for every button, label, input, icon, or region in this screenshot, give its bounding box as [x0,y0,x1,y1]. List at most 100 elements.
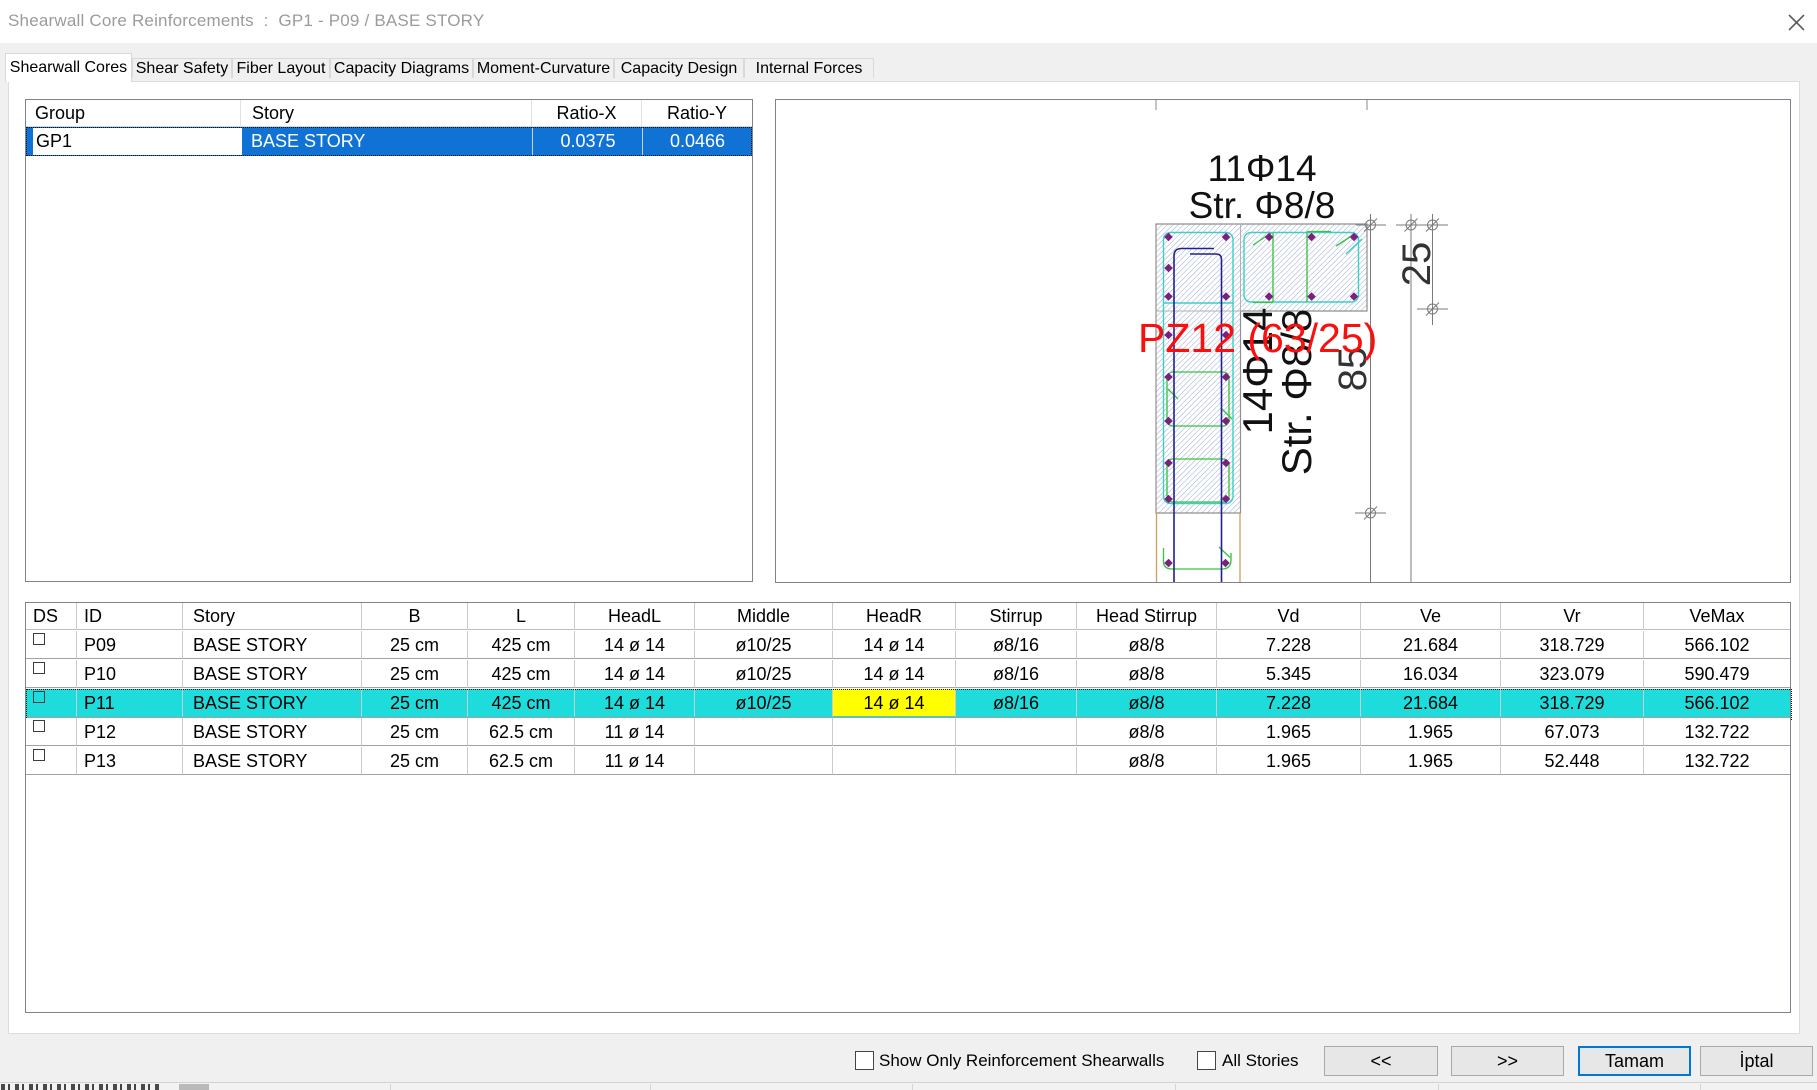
table-row-p12[interactable]: P12BASE STORY25 cm62.5 cm11 ø 14 ø8/81.96… [26,718,1790,747]
tab-shearwall-cores[interactable]: Shearwall Cores [5,53,132,82]
cell-p12-l: 62.5 cm [468,718,575,746]
show-only-reinforcement-label: Show Only Reinforcement Shearwalls [879,1050,1164,1072]
column-header-ratio-x[interactable]: Ratio-X [532,100,642,126]
close-icon[interactable] [1781,8,1811,38]
column-divider [642,128,643,155]
column-header-vd[interactable]: Vd [1217,603,1361,630]
column-header-id[interactable]: ID [77,603,183,630]
tab-capacity-design[interactable]: Capacity Design [614,58,744,78]
cell-p10-head_stirrup: ø8/8 [1077,660,1217,688]
row-checkbox-p10[interactable] [33,662,45,674]
column-header-b[interactable]: B [362,603,468,630]
show-only-reinforcement-checkbox[interactable] [855,1051,874,1070]
cell-p11-b: 25 cm [362,689,468,717]
column-header-headl[interactable]: HeadL [575,603,695,630]
cell-p10-stirrup: ø8/16 [956,660,1077,688]
label-flange-stirrup: Str. Φ8/8 [1189,185,1336,226]
tab-internal-forces[interactable]: Internal Forces [744,58,874,78]
row-checkbox-p09[interactable] [33,633,45,645]
row-checkbox-p11[interactable] [33,691,45,703]
cell-p13-headl: 11 ø 14 [575,747,695,775]
cell-p13-middle [695,747,833,775]
tab-shear-safety[interactable]: Shear Safety [132,58,232,78]
cell-p12-headr [833,718,956,746]
group-row[interactable]: BASE STORY 0.0375 0.0466 GP1 [26,127,752,156]
dim-text-25: 25 [1395,242,1439,287]
label-wall-tag: PZ12 (63/25) [1138,315,1377,361]
tab-capacity-diagrams[interactable]: Capacity Diagrams [330,58,473,78]
cell-p09-vd: 7.228 [1217,631,1361,659]
row-checkbox-p13[interactable] [33,749,45,761]
cell-p12-story: BASE STORY [183,718,362,746]
shearwall-section-drawing: 11Φ14 Str. Φ8/8 14Φ14 Str. Φ8/8 85 25 PZ… [776,100,1790,582]
ok-button[interactable]: Tamam [1578,1046,1691,1076]
cell-p10-ds [26,660,77,688]
column-header-story[interactable]: Story [183,603,362,630]
cell-p12-vr: 67.073 [1501,718,1644,746]
group-table: Group Story Ratio-X Ratio-Y BASE STORY 0… [25,99,753,582]
cell-p11-middle: ø10/25 [695,689,833,717]
cell-p12-vd: 1.965 [1217,718,1361,746]
row-checkbox-p12[interactable] [33,720,45,732]
cell-p11-ds [26,689,77,717]
cell-p13-vr: 52.448 [1501,747,1644,775]
table-row-p09[interactable]: P09BASE STORY25 cm425 cm14 ø 14ø10/2514 … [26,631,1790,660]
group-row-group-editcell[interactable]: GP1 [33,128,242,155]
cell-p12-vemax: 132.722 [1644,718,1790,746]
background-window-divider [1438,1084,1439,1090]
dialog-title: Shearwall Core Reinforcements : GP1 - P0… [8,11,484,31]
cell-p10-id: P10 [77,660,183,688]
cell-p12-b: 25 cm [362,718,468,746]
cell-p10-middle: ø10/25 [695,660,833,688]
cell-p13-ve: 1.965 [1361,747,1501,775]
column-header-vemax[interactable]: VeMax [1644,603,1790,630]
cell-p12-head_stirrup: ø8/8 [1077,718,1217,746]
column-header-group[interactable]: Group [26,100,241,126]
cell-p11-vemax: 566.102 [1644,689,1790,717]
column-header-middle[interactable]: Middle [695,603,833,630]
column-header-story[interactable]: Story [241,100,532,126]
reinforcement-table: DSIDStoryBLHeadLMiddleHeadRStirrupHead S… [25,602,1791,1013]
cell-p09-id: P09 [77,631,183,659]
column-header-head-stirrup[interactable]: Head Stirrup [1077,603,1217,630]
cell-p09-stirrup: ø8/16 [956,631,1077,659]
background-window-fragment [179,1084,209,1090]
table-row-p10[interactable]: P10BASE STORY25 cm425 cm14 ø 14ø10/2514 … [26,660,1790,689]
column-header-stirrup[interactable]: Stirrup [956,603,1077,630]
cell-p11-id: P11 [77,689,183,717]
column-header-ratio-y[interactable]: Ratio-Y [642,100,752,126]
column-header-ds[interactable]: DS [26,603,77,630]
cell-p13-vd: 1.965 [1217,747,1361,775]
cell-p12-headl: 11 ø 14 [575,718,695,746]
all-stories-checkbox[interactable] [1197,1051,1216,1070]
cell-p09-head_stirrup: ø8/8 [1077,631,1217,659]
tab-fiber-layout[interactable]: Fiber Layout [232,58,330,78]
column-header-headr[interactable]: HeadR [833,603,956,630]
cell-p09-vemax: 566.102 [1644,631,1790,659]
background-window-divider [1175,1084,1176,1090]
background-window-strip [0,1082,1817,1090]
cell-p12-id: P12 [77,718,183,746]
table-row-p11[interactable]: P11BASE STORY25 cm425 cm14 ø 14ø10/2514 … [26,689,1790,718]
prev-button[interactable]: << [1324,1046,1438,1076]
cell-p11-headr: 14 ø 14 [833,689,956,717]
reinforcement-table-header: DSIDStoryBLHeadLMiddleHeadRStirrupHead S… [26,603,1790,631]
group-row-story: BASE STORY [251,129,533,154]
tab-moment-curvature[interactable]: Moment-Curvature [473,58,614,78]
next-button[interactable]: >> [1451,1046,1564,1076]
cell-p09-ds [26,631,77,659]
column-header-ve[interactable]: Ve [1361,603,1501,630]
cell-p10-headr: 14 ø 14 [833,660,956,688]
cell-p09-l: 425 cm [468,631,575,659]
section-drawing-panel: 11Φ14 Str. Φ8/8 14Φ14 Str. Φ8/8 85 25 PZ… [775,99,1791,583]
cell-p11-stirrup: ø8/16 [956,689,1077,717]
cell-p11-story: BASE STORY [183,689,362,717]
table-row-p13[interactable]: P13BASE STORY25 cm62.5 cm11 ø 14ø8/81.96… [26,747,1790,776]
cell-p10-headl: 14 ø 14 [575,660,695,688]
column-header-vr[interactable]: Vr [1501,603,1644,630]
cancel-button[interactable]: İptal [1700,1046,1813,1076]
cell-p09-b: 25 cm [362,631,468,659]
cell-p11-vd: 7.228 [1217,689,1361,717]
cell-p10-b: 25 cm [362,660,468,688]
column-header-l[interactable]: L [468,603,575,630]
